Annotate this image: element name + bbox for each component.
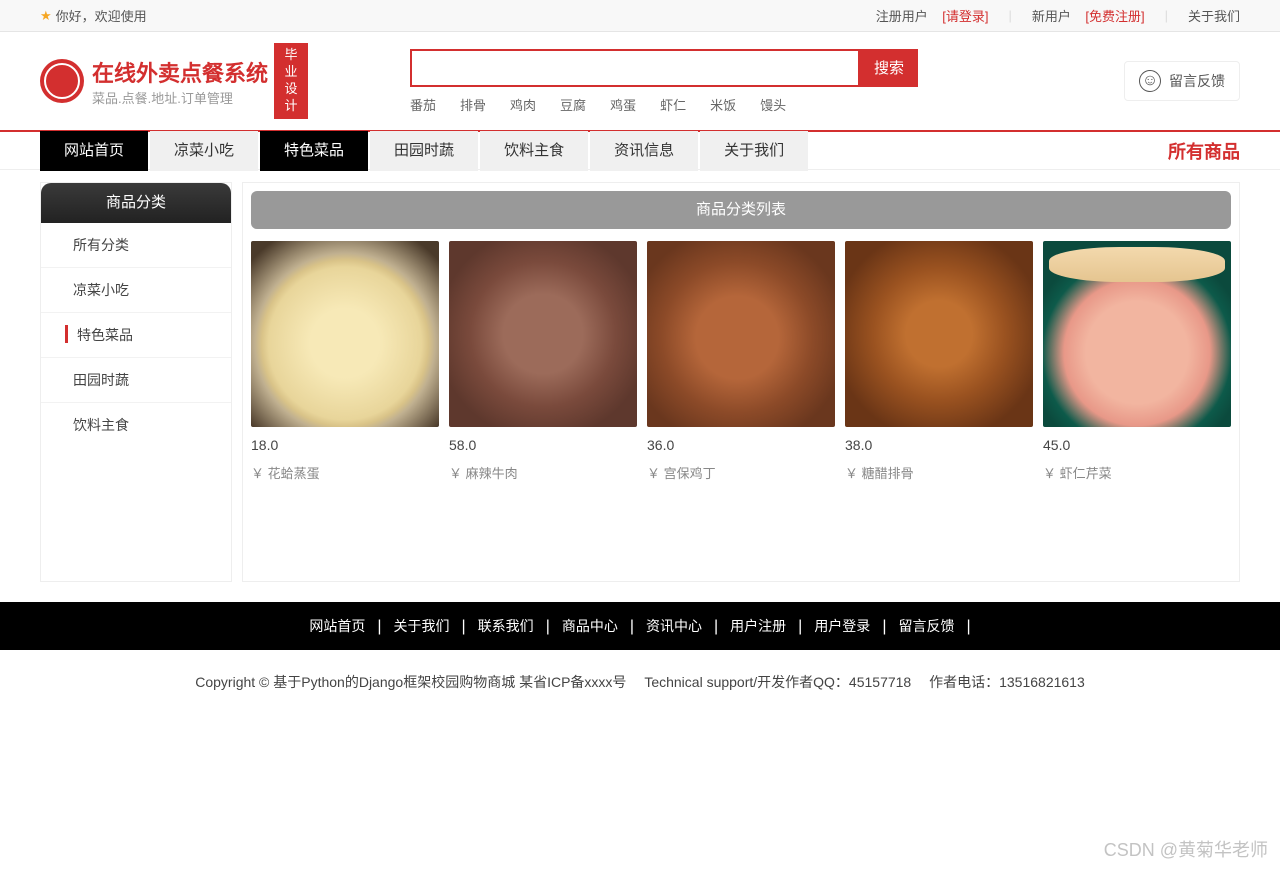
product-price: 58.0 xyxy=(449,437,637,453)
hot-keyword[interactable]: 鸡蛋 xyxy=(610,95,636,114)
footer-link[interactable]: 联系我们 xyxy=(472,618,540,634)
footer-link[interactable]: 网站首页 xyxy=(303,618,371,634)
product-image xyxy=(251,241,439,427)
welcome-text: 你好，欢迎使用 xyxy=(56,6,147,25)
product-name: ￥ 麻辣牛肉 xyxy=(449,463,637,482)
category-banner: 商品分类列表 xyxy=(251,191,1231,229)
sidebar-item[interactable]: 田园时蔬 xyxy=(41,358,231,403)
product-name: ￥ 糖醋排骨 xyxy=(845,463,1033,482)
footer-link[interactable]: 关于我们 xyxy=(388,618,456,634)
sidebar-item[interactable]: 所有分类 xyxy=(41,223,231,268)
footer-separator: | xyxy=(708,618,724,635)
feedback-icon xyxy=(1139,70,1161,92)
product-card[interactable]: 18.0 ￥ 花蛤蒸蛋 xyxy=(251,241,439,482)
feedback-label: 留言反馈 xyxy=(1169,71,1225,91)
product-card[interactable]: 36.0 ￥ 宫保鸡丁 xyxy=(647,241,835,482)
link-new-user[interactable]: 新用户 xyxy=(1032,9,1071,24)
product-name: ￥ 花蛤蒸蛋 xyxy=(251,463,439,482)
sidebar-header: 商品分类 xyxy=(41,183,231,223)
footer-separator: | xyxy=(371,618,387,635)
product-name: ￥ 宫保鸡丁 xyxy=(647,463,835,482)
search-input[interactable] xyxy=(410,49,860,87)
hot-keyword[interactable]: 番茄 xyxy=(410,95,436,114)
header: 在线外卖点餐系统 菜品.点餐.地址.订单管理 毕业设计 搜索 番茄 排骨 鸡肉 豆腐 鸡… xyxy=(0,32,1280,130)
nav-item[interactable]: 关于我们 xyxy=(700,131,808,171)
logo-tag: 毕业设计 xyxy=(274,43,308,119)
logo-block[interactable]: 在线外卖点餐系统 菜品.点餐.地址.订单管理 毕业设计 xyxy=(40,43,410,119)
nav-item[interactable]: 特色菜品 xyxy=(260,131,368,171)
product-price: 45.0 xyxy=(1043,437,1231,453)
footer-link[interactable]: 用户注册 xyxy=(724,618,792,634)
nav-item[interactable]: 田园时蔬 xyxy=(370,131,478,171)
sidebar: 商品分类 所有分类凉菜小吃特色菜品田园时蔬饮料主食 xyxy=(40,182,232,582)
product-image xyxy=(1043,241,1231,427)
product-image xyxy=(449,241,637,427)
main-content: 商品分类列表 18.0 ￥ 花蛤蒸蛋 58.0 ￥ 麻辣牛肉 36.0 ￥ 宫保… xyxy=(242,182,1240,582)
link-register[interactable]: [免费注册] xyxy=(1085,9,1144,24)
footer: 网站首页|关于我们|联系我们|商品中心|资讯中心|用户注册|用户登录|留言反馈| xyxy=(0,602,1280,650)
link-about-top[interactable]: 关于我们 xyxy=(1188,6,1240,25)
product-grid: 18.0 ￥ 花蛤蒸蛋 58.0 ￥ 麻辣牛肉 36.0 ￥ 宫保鸡丁 38.0… xyxy=(251,241,1231,482)
nav-item[interactable]: 资讯信息 xyxy=(590,131,698,171)
hot-keyword[interactable]: 豆腐 xyxy=(560,95,586,114)
hot-keyword[interactable]: 鸡肉 xyxy=(510,95,536,114)
footer-separator: | xyxy=(876,618,892,635)
logo-icon xyxy=(40,59,84,103)
footer-separator: | xyxy=(960,618,976,635)
nav-item[interactable]: 凉菜小吃 xyxy=(150,131,258,171)
logo-text: 在线外卖点餐系统 菜品.点餐.地址.订单管理 xyxy=(92,56,268,107)
product-card[interactable]: 58.0 ￥ 麻辣牛肉 xyxy=(449,241,637,482)
search-block: 搜索 番茄 排骨 鸡肉 豆腐 鸡蛋 虾仁 米饭 馒头 xyxy=(410,49,918,114)
product-price: 38.0 xyxy=(845,437,1033,453)
content: 商品分类 所有分类凉菜小吃特色菜品田园时蔬饮料主食 商品分类列表 18.0 ￥ … xyxy=(0,170,1280,582)
product-name: ￥ 虾仁芹菜 xyxy=(1043,463,1231,482)
divider: | xyxy=(1009,8,1012,23)
search-button[interactable]: 搜索 xyxy=(860,49,918,87)
watermark: CSDN @黄菊华老师 xyxy=(1104,836,1268,862)
hot-keywords: 番茄 排骨 鸡肉 豆腐 鸡蛋 虾仁 米饭 馒头 xyxy=(410,95,918,114)
star-icon: ★ xyxy=(40,8,52,24)
top-bar-right: 注册用户 [请登录] | 新用户 [免费注册] | 关于我们 xyxy=(876,6,1240,25)
product-price: 36.0 xyxy=(647,437,835,453)
product-image xyxy=(647,241,835,427)
link-all-products[interactable]: 所有商品 xyxy=(1168,138,1240,164)
footer-separator: | xyxy=(456,618,472,635)
hot-keyword[interactable]: 虾仁 xyxy=(660,95,686,114)
main-nav: 网站首页凉菜小吃特色菜品田园时蔬饮料主食资讯信息关于我们 所有商品 xyxy=(0,130,1280,170)
link-login[interactable]: [请登录] xyxy=(942,9,988,24)
product-card[interactable]: 38.0 ￥ 糖醋排骨 xyxy=(845,241,1033,482)
top-bar: ★ 你好，欢迎使用 注册用户 [请登录] | 新用户 [免费注册] | 关于我们 xyxy=(0,0,1280,32)
nav-item[interactable]: 饮料主食 xyxy=(480,131,588,171)
link-registered-user[interactable]: 注册用户 xyxy=(876,9,928,24)
feedback-button[interactable]: 留言反馈 xyxy=(1124,61,1240,101)
footer-separator: | xyxy=(624,618,640,635)
sidebar-item[interactable]: 饮料主食 xyxy=(41,403,231,447)
copyright: Copyright © 基于Python的Django框架校园购物商城 某省IC… xyxy=(0,650,1280,714)
footer-separator: | xyxy=(540,618,556,635)
divider: | xyxy=(1165,8,1168,23)
top-bar-left: ★ 你好，欢迎使用 xyxy=(40,6,147,25)
footer-link[interactable]: 商品中心 xyxy=(556,618,624,634)
footer-link[interactable]: 用户登录 xyxy=(808,618,876,634)
nav-item[interactable]: 网站首页 xyxy=(40,131,148,171)
footer-separator: | xyxy=(792,618,808,635)
product-image xyxy=(845,241,1033,427)
sidebar-item[interactable]: 特色菜品 xyxy=(41,313,231,358)
sidebar-item[interactable]: 凉菜小吃 xyxy=(41,268,231,313)
product-card[interactable]: 45.0 ￥ 虾仁芹菜 xyxy=(1043,241,1231,482)
logo-title: 在线外卖点餐系统 xyxy=(92,56,268,88)
footer-link[interactable]: 资讯中心 xyxy=(640,618,708,634)
hot-keyword[interactable]: 馒头 xyxy=(760,95,786,114)
product-price: 18.0 xyxy=(251,437,439,453)
footer-link[interactable]: 留言反馈 xyxy=(892,618,960,634)
logo-subtitle: 菜品.点餐.地址.订单管理 xyxy=(92,88,268,107)
hot-keyword[interactable]: 米饭 xyxy=(710,95,736,114)
hot-keyword[interactable]: 排骨 xyxy=(460,95,486,114)
